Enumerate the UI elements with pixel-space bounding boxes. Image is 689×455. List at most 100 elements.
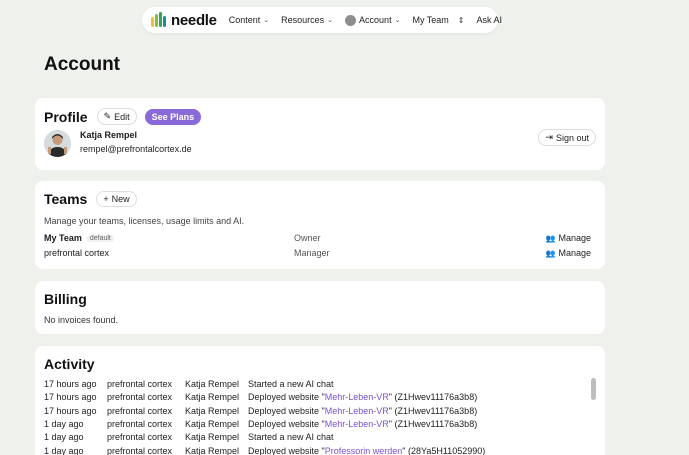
activity-time: 17 hours ago — [44, 392, 97, 403]
activity-event: Started a new AI chat — [248, 432, 334, 442]
activity-event-suffix: " (Z1Hwev11176a3b8) — [388, 392, 478, 403]
activity-event-text: Started a new AI chat — [248, 379, 334, 389]
activity-team: prefrontal cortex — [107, 432, 173, 443]
new-team-button[interactable]: + New — [96, 191, 137, 207]
activity-event: Deployed website "Mehr-Leben-VR" (Z1Hwev… — [248, 419, 477, 429]
activity-time: 17 hours ago — [44, 405, 97, 416]
needle-logo-icon — [151, 12, 166, 27]
activity-team: prefrontal cortex — [107, 405, 173, 416]
website-link[interactable]: Professorin werden — [325, 446, 403, 455]
user-name: Katja Rempel — [80, 130, 138, 140]
chevron-down-icon: ⌄ — [327, 17, 334, 24]
team-name-cell: prefrontal cortex — [44, 248, 294, 258]
manage-team-button[interactable]: 👥 Manage — [546, 233, 592, 243]
sign-out-button[interactable]: ⇥ Sign out — [538, 129, 596, 146]
activity-time: 17 hours ago — [44, 379, 97, 389]
teams-heading: Teams — [44, 191, 88, 207]
team-row: prefrontal cortex Manager 👥 Manage — [44, 247, 591, 259]
manage-label: Manage — [558, 248, 591, 258]
activity-scrollbar[interactable] — [591, 378, 596, 400]
users-icon: 👥 — [545, 233, 556, 243]
team-name: prefrontal cortex — [44, 248, 110, 258]
activity-team: prefrontal cortex — [107, 379, 173, 389]
nav-content-label: Content — [228, 15, 261, 25]
activity-user: Katja Rempel — [185, 418, 240, 429]
activity-event: Started a new AI chat — [248, 379, 334, 389]
activity-event: Deployed website "Professorin werden" (2… — [248, 446, 485, 455]
team-name: My Team — [44, 233, 82, 243]
activity-team: prefrontal cortex — [107, 392, 173, 403]
nav-account-label: Account — [359, 15, 392, 25]
default-badge: default — [86, 234, 114, 242]
page-title: Account — [44, 54, 120, 75]
manage-label: Manage — [558, 233, 591, 243]
nav-resources[interactable]: Resources ⌄ — [281, 15, 333, 25]
activity-card: Activity 17 hours ago prefrontal cortex Ka… — [35, 346, 605, 455]
profile-card: Profile ✎ Edit See Plans Katja Rempel re… — [35, 98, 605, 170]
billing-empty-text: No invoices found. — [44, 315, 119, 325]
team-row: My Team default Owner 👥 Manage — [44, 232, 591, 244]
nav-ask-ai-label: Ask AI — [476, 15, 503, 25]
activity-event-text: Deployed website " — [248, 392, 325, 403]
website-link[interactable]: Mehr-Leben-VR — [325, 392, 389, 402]
activity-heading: Activity — [44, 356, 95, 372]
see-plans-button[interactable]: See Plans — [144, 108, 202, 125]
website-link[interactable]: Mehr-Leben-VR — [325, 406, 389, 416]
teams-header: Teams + New — [44, 191, 137, 207]
pencil-icon: ✎ — [103, 111, 112, 121]
activity-event-text: Deployed website " — [248, 445, 325, 455]
activity-event-text: Started a new AI chat — [248, 432, 334, 443]
billing-heading: Billing — [44, 291, 87, 307]
team-role: Manager — [294, 248, 330, 258]
teams-card: Teams + New Manage your teams, licenses,… — [35, 181, 605, 269]
billing-card: Billing No invoices found. — [35, 281, 605, 334]
website-link[interactable]: Mehr-Leben-VR — [325, 419, 389, 429]
activity-event: Deployed website "Mehr-Leben-VR" (Z1Hwev… — [248, 406, 477, 416]
activity-event-suffix: " (Z1Hwev11176a3b8) — [388, 405, 478, 416]
manage-team-button[interactable]: 👥 Manage — [546, 248, 592, 258]
edit-label: Edit — [114, 111, 130, 122]
activity-event: Deployed website "Mehr-Leben-VR" (Z1Hwev… — [248, 392, 477, 402]
avatar — [44, 130, 71, 157]
chevron-updown-icon: ⇕ — [457, 15, 465, 25]
activity-header: Activity — [44, 356, 95, 372]
nav-team-switcher[interactable]: My Team ⇕ — [412, 15, 464, 25]
nav-account[interactable]: Account ⌄ — [345, 14, 401, 26]
activity-user: Katja Rempel — [185, 432, 240, 443]
brand-logo[interactable]: needle — [150, 12, 217, 29]
billing-header: Billing — [44, 291, 87, 307]
user-email: rempel@prefrontalcortex.de — [80, 144, 192, 154]
chevron-down-icon: ⌄ — [263, 17, 270, 24]
activity-team: prefrontal cortex — [107, 418, 173, 429]
nav-content[interactable]: Content ⌄ — [229, 15, 269, 25]
activity-time: 1 day ago — [44, 445, 84, 455]
activity-time: 1 day ago — [44, 418, 84, 429]
activity-user: Katja Rempel — [185, 379, 240, 389]
nav-resources-label: Resources — [281, 15, 325, 25]
nav-team-label: My Team — [412, 15, 449, 25]
user-avatar-icon — [44, 130, 71, 157]
new-team-label: New — [111, 194, 130, 204]
activity-event-suffix: " (28Ya5H11052990) — [402, 445, 486, 455]
teams-description: Manage your teams, licenses, usage limit… — [44, 216, 245, 226]
activity-user: Katja Rempel — [185, 392, 240, 403]
nav-ask-ai[interactable]: Ask AI — [477, 15, 503, 25]
activity-user: Katja Rempel — [185, 405, 240, 416]
top-navbar: needle Content ⌄ Resources ⌄ Account ⌄ My T… — [142, 7, 502, 33]
plus-icon: + — [103, 194, 109, 204]
edit-button[interactable]: ✎ Edit — [96, 108, 137, 125]
activity-team: prefrontal cortex — [107, 445, 173, 455]
chevron-down-icon: ⌄ — [394, 17, 401, 24]
brand-name: needle — [171, 11, 217, 29]
profile-heading: Profile — [44, 108, 88, 125]
activity-event-text: Deployed website " — [248, 418, 325, 429]
team-role: Owner — [294, 233, 321, 243]
users-icon: 👥 — [545, 248, 556, 258]
activity-time: 1 day ago — [44, 432, 84, 443]
sign-out-label: Sign out — [555, 132, 589, 143]
profile-header: Profile ✎ Edit See Plans — [44, 108, 202, 125]
sign-out-icon: ⇥ — [545, 132, 553, 142]
activity-event-suffix: " (Z1Hwev11176a3b8) — [388, 418, 478, 429]
team-name-cell: My Team default — [44, 233, 294, 243]
activity-event-text: Deployed website " — [248, 405, 325, 416]
